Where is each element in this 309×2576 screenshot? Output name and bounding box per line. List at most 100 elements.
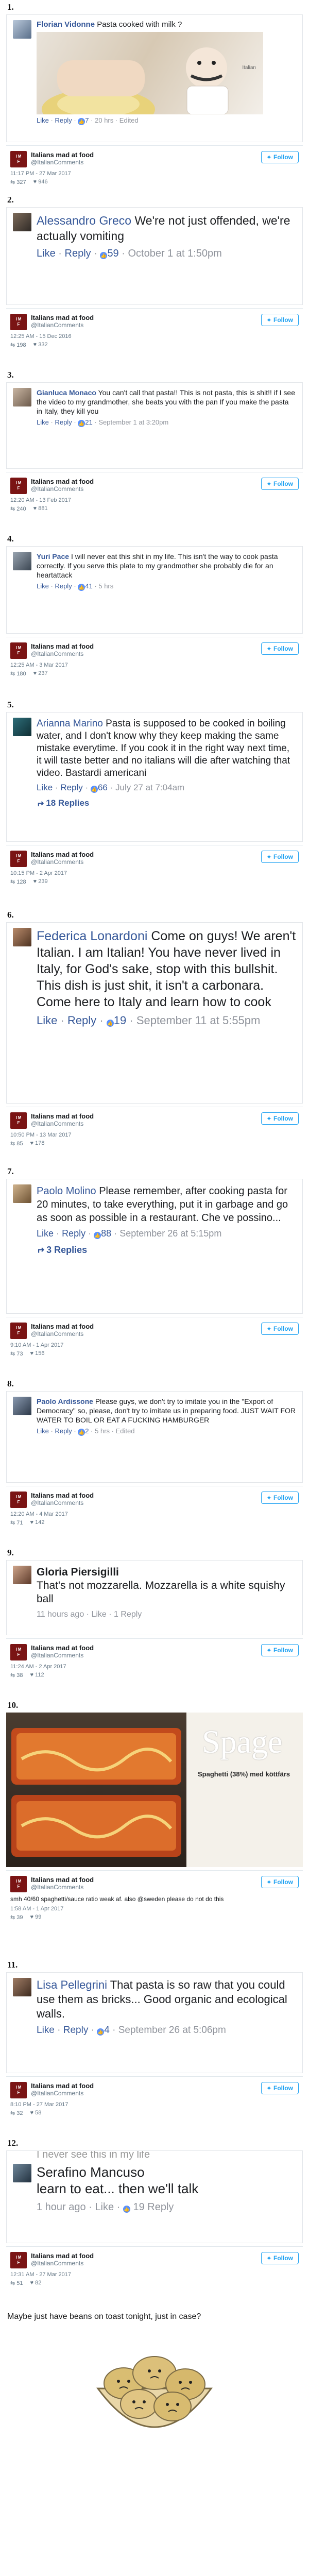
follow-button[interactable]: ✦ Follow bbox=[261, 1112, 299, 1125]
account-handle[interactable]: @ItalianComments bbox=[31, 2090, 257, 2097]
commenter-name[interactable]: Paolo Molino bbox=[37, 1185, 96, 1197]
account-handle[interactable]: @ItalianComments bbox=[31, 858, 257, 866]
commenter-name[interactable]: Paolo Ardissone bbox=[37, 1397, 93, 1405]
reply-link[interactable]: Reply bbox=[60, 783, 82, 792]
like-stat[interactable]: ♥ 58 bbox=[30, 2110, 42, 2116]
like-count[interactable]: 66 bbox=[98, 783, 108, 792]
retweet-stat[interactable]: ⇆ 51 bbox=[10, 2280, 23, 2286]
like-link[interactable]: Like bbox=[37, 582, 49, 590]
account-handle[interactable]: @ItalianComments bbox=[31, 650, 257, 658]
like-link[interactable]: Like bbox=[91, 1610, 106, 1619]
account-display-name[interactable]: Italians mad at food bbox=[31, 1492, 257, 1499]
like-link[interactable]: Like bbox=[37, 783, 53, 792]
like-link[interactable]: Like bbox=[37, 2025, 55, 2036]
account-display-name[interactable]: Italians mad at food bbox=[31, 2082, 257, 2090]
tweet-timestamp[interactable]: 10:15 PM - 2 Apr 2017 bbox=[10, 870, 299, 876]
retweet-stat[interactable]: ⇆ 71 bbox=[10, 1519, 23, 1526]
reply-count-link[interactable]: 19 Reply bbox=[133, 2201, 174, 2213]
account-avatar[interactable]: I MF bbox=[10, 851, 27, 867]
account-avatar[interactable]: I MF bbox=[10, 478, 27, 494]
commenter-name[interactable]: Florian Vidonne bbox=[37, 20, 95, 29]
avatar[interactable] bbox=[13, 552, 31, 570]
tweet-timestamp[interactable]: 9:10 AM - 1 Apr 2017 bbox=[10, 1342, 299, 1348]
account-display-name[interactable]: Italians mad at food bbox=[31, 1323, 257, 1330]
follow-button[interactable]: ✦ Follow bbox=[261, 1492, 299, 1504]
like-link[interactable]: Like bbox=[37, 116, 49, 124]
tweet-timestamp[interactable]: 12:31 AM - 27 Mar 2017 bbox=[10, 2272, 299, 2278]
like-count[interactable]: 88 bbox=[101, 1228, 111, 1239]
follow-button[interactable]: ✦ Follow bbox=[261, 2082, 299, 2094]
follow-button[interactable]: ✦ Follow bbox=[261, 642, 299, 655]
tweet-timestamp[interactable]: 1:58 AM - 1 Apr 2017 bbox=[10, 1906, 299, 1912]
follow-button[interactable]: ✦ Follow bbox=[261, 478, 299, 490]
retweet-stat[interactable]: ⇆ 128 bbox=[10, 878, 26, 885]
reply-link[interactable]: Reply bbox=[62, 1228, 85, 1239]
account-avatar[interactable]: I MF bbox=[10, 1876, 27, 1892]
like-stat[interactable]: ♥ 82 bbox=[30, 2280, 42, 2286]
reply-link[interactable]: Reply bbox=[67, 1014, 96, 1027]
account-handle[interactable]: @ItalianComments bbox=[31, 1330, 257, 1338]
avatar[interactable] bbox=[13, 1978, 31, 1996]
reply-count-link[interactable]: 1 Reply bbox=[114, 1610, 142, 1619]
comment-time[interactable]: 11 hours ago bbox=[37, 1610, 84, 1619]
follow-button[interactable]: ✦ Follow bbox=[261, 1323, 299, 1335]
account-handle[interactable]: @ItalianComments bbox=[31, 1884, 257, 1891]
like-stat[interactable]: ♥ 881 bbox=[33, 505, 48, 512]
commenter-name[interactable]: Yuri Pace bbox=[37, 552, 69, 561]
like-count[interactable]: 21 bbox=[85, 418, 92, 426]
like-link[interactable]: Like bbox=[37, 248, 56, 259]
tweet-timestamp[interactable]: 12:20 AM - 4 Mar 2017 bbox=[10, 1511, 299, 1517]
comment-time[interactable]: September 26 at 5:06pm bbox=[118, 2025, 226, 2036]
commenter-name[interactable]: Lisa Pellegrini bbox=[37, 1978, 107, 1991]
product-photo[interactable]: Spage Spaghetti (38%) med köttfärs bbox=[6, 1713, 303, 1867]
comment-time[interactable]: 5 hrs · Edited bbox=[95, 1427, 134, 1435]
account-display-name[interactable]: Italians mad at food bbox=[31, 642, 257, 650]
reply-link[interactable]: Reply bbox=[55, 1427, 72, 1435]
sad-potatoes-meme[interactable] bbox=[88, 2327, 221, 2455]
comment-time[interactable]: 1 hour ago bbox=[37, 2201, 86, 2213]
like-stat[interactable]: ♥ 237 bbox=[33, 670, 48, 677]
comment-time[interactable]: September 1 at 3:20pm bbox=[98, 418, 168, 426]
account-display-name[interactable]: Italians mad at food bbox=[31, 1876, 257, 1884]
commenter-name[interactable]: Alessandro Greco bbox=[37, 214, 131, 227]
avatar[interactable] bbox=[13, 718, 31, 736]
avatar[interactable] bbox=[13, 1566, 31, 1584]
like-count[interactable]: 41 bbox=[85, 582, 92, 590]
comment-time[interactable]: September 26 at 5:15pm bbox=[119, 1228, 221, 1239]
comment-time[interactable]: October 1 at 1:50pm bbox=[128, 248, 221, 259]
avatar[interactable] bbox=[13, 213, 31, 231]
account-handle[interactable]: @ItalianComments bbox=[31, 1652, 257, 1659]
retweet-stat[interactable]: ⇆ 180 bbox=[10, 670, 26, 677]
reply-link[interactable]: Reply bbox=[55, 116, 72, 124]
account-avatar[interactable]: I MF bbox=[10, 1644, 27, 1660]
account-avatar[interactable]: I MF bbox=[10, 151, 27, 167]
retweet-stat[interactable]: ⇆ 39 bbox=[10, 1914, 23, 1921]
like-count[interactable]: 19 bbox=[114, 1014, 126, 1027]
follow-button[interactable]: ✦ Follow bbox=[261, 314, 299, 326]
account-handle[interactable]: @ItalianComments bbox=[31, 485, 257, 493]
retweet-stat[interactable]: ⇆ 240 bbox=[10, 505, 26, 512]
account-avatar[interactable]: I MF bbox=[10, 2252, 27, 2268]
tweet-timestamp[interactable]: 12:25 AM - 15 Dec 2016 bbox=[10, 333, 299, 340]
comment-time[interactable]: July 27 at 7:04am bbox=[115, 783, 184, 792]
account-avatar[interactable]: I MF bbox=[10, 1112, 27, 1129]
like-count[interactable]: 59 bbox=[107, 248, 118, 259]
reply-link[interactable]: Reply bbox=[55, 582, 72, 590]
avatar[interactable] bbox=[13, 388, 31, 406]
like-stat[interactable]: ♥ 142 bbox=[30, 1519, 45, 1526]
account-handle[interactable]: @ItalianComments bbox=[31, 1499, 257, 1507]
like-stat[interactable]: ♥ 112 bbox=[30, 1672, 44, 1679]
view-replies-link[interactable]: ↵ 3 Replies bbox=[37, 1243, 296, 1257]
retweet-stat[interactable]: ⇆ 32 bbox=[10, 2110, 23, 2116]
like-stat[interactable]: ♥ 239 bbox=[33, 878, 48, 885]
view-replies-link[interactable]: ↵ 18 Replies bbox=[37, 797, 296, 809]
avatar[interactable] bbox=[13, 20, 31, 39]
like-stat[interactable]: ♥ 178 bbox=[30, 1140, 45, 1147]
comment-time[interactable]: 20 hrs · Edited bbox=[95, 116, 139, 124]
retweet-stat[interactable]: ⇆ 85 bbox=[10, 1140, 23, 1147]
commenter-name[interactable]: Gloria Piersigilli bbox=[37, 1566, 296, 1579]
reply-link[interactable]: Reply bbox=[65, 248, 91, 259]
reply-link[interactable]: Reply bbox=[55, 418, 72, 426]
account-avatar[interactable]: I MF bbox=[10, 1492, 27, 1508]
like-link[interactable]: Like bbox=[37, 418, 49, 426]
